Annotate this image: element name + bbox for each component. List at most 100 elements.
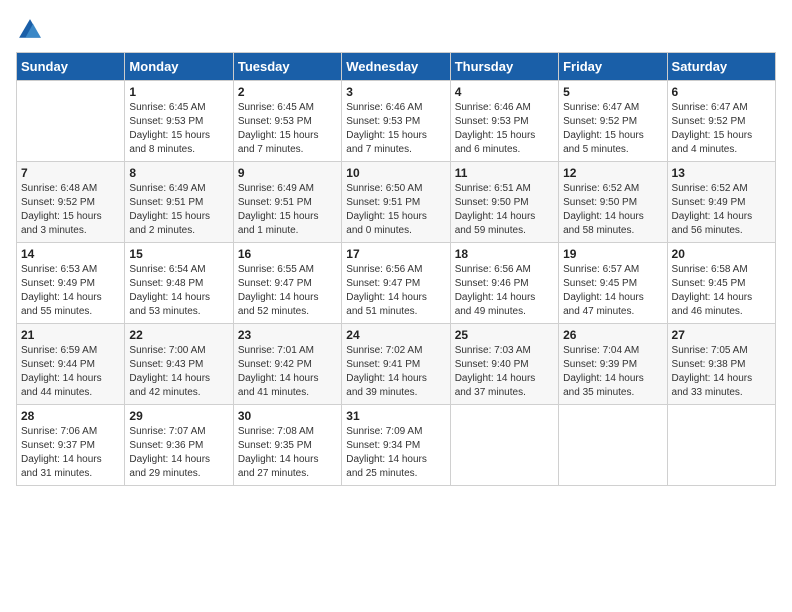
day-info: Sunrise: 7:05 AMSunset: 9:38 PMDaylight:… <box>672 344 771 400</box>
calendar-cell: 5 Sunrise: 6:47 AMSunset: 9:52 PMDaylight… <box>559 81 667 162</box>
day-number: 29 <box>129 409 228 423</box>
day-info: Sunrise: 6:49 AMSunset: 9:51 PMDaylight:… <box>129 182 228 238</box>
calendar-cell: 14 Sunrise: 6:53 AMSunset: 9:49 PMDayligh… <box>17 243 125 324</box>
day-info: Sunrise: 6:45 AMSunset: 9:53 PMDaylight:… <box>129 101 228 157</box>
day-number: 24 <box>346 328 445 342</box>
day-info: Sunrise: 6:47 AMSunset: 9:52 PMDaylight:… <box>672 101 771 157</box>
day-info: Sunrise: 6:57 AMSunset: 9:45 PMDaylight:… <box>563 263 662 319</box>
day-number: 3 <box>346 85 445 99</box>
logo-icon <box>16 16 44 44</box>
calendar-week-row: 14 Sunrise: 6:53 AMSunset: 9:49 PMDayligh… <box>17 243 776 324</box>
day-info: Sunrise: 6:56 AMSunset: 9:47 PMDaylight:… <box>346 263 445 319</box>
day-info: Sunrise: 7:07 AMSunset: 9:36 PMDaylight:… <box>129 425 228 481</box>
weekday-header: Friday <box>559 53 667 81</box>
day-info: Sunrise: 6:47 AMSunset: 9:52 PMDaylight:… <box>563 101 662 157</box>
calendar-cell: 10Sunrise: 6:50 AMSunset: 9:51 PMDayligh… <box>342 162 450 243</box>
weekday-header: Thursday <box>450 53 558 81</box>
day-number: 23 <box>238 328 337 342</box>
calendar-cell: 23Sunrise: 7:01 AMSunset: 9:42 PMDayligh… <box>233 324 341 405</box>
day-number: 16 <box>238 247 337 261</box>
calendar-table: SundayMondayTuesdayWednesdayThursdayFrid… <box>16 52 776 486</box>
calendar-cell: 31 Sunrise: 7:09 AMSunset: 9:34 PMDayligh… <box>342 405 450 486</box>
day-number: 4 <box>455 85 554 99</box>
calendar-cell: 7 Sunrise: 6:48 AMSunset: 9:52 PMDaylight… <box>17 162 125 243</box>
day-number: 14 <box>21 247 120 261</box>
day-number: 6 <box>672 85 771 99</box>
day-info: Sunrise: 6:58 AMSunset: 9:45 PMDaylight:… <box>672 263 771 319</box>
day-info: Sunrise: 7:06 AMSunset: 9:37 PMDaylight:… <box>21 425 120 481</box>
day-info: Sunrise: 6:46 AMSunset: 9:53 PMDaylight:… <box>455 101 554 157</box>
calendar-cell: 26 Sunrise: 7:04 AMSunset: 9:39 PMDayligh… <box>559 324 667 405</box>
day-number: 25 <box>455 328 554 342</box>
day-info: Sunrise: 6:55 AMSunset: 9:47 PMDaylight:… <box>238 263 337 319</box>
day-info: Sunrise: 6:53 AMSunset: 9:49 PMDaylight:… <box>21 263 120 319</box>
day-number: 28 <box>21 409 120 423</box>
calendar-cell: 8 Sunrise: 6:49 AMSunset: 9:51 PMDaylight… <box>125 162 233 243</box>
day-number: 20 <box>672 247 771 261</box>
weekday-header: Sunday <box>17 53 125 81</box>
calendar-cell: 3 Sunrise: 6:46 AMSunset: 9:53 PMDaylight… <box>342 81 450 162</box>
day-number: 19 <box>563 247 662 261</box>
calendar-week-row: 7 Sunrise: 6:48 AMSunset: 9:52 PMDaylight… <box>17 162 776 243</box>
day-number: 13 <box>672 166 771 180</box>
calendar-cell: 4 Sunrise: 6:46 AMSunset: 9:53 PMDaylight… <box>450 81 558 162</box>
calendar-cell: 25 Sunrise: 7:03 AMSunset: 9:40 PMDayligh… <box>450 324 558 405</box>
calendar-cell: 19 Sunrise: 6:57 AMSunset: 9:45 PMDayligh… <box>559 243 667 324</box>
day-info: Sunrise: 6:45 AMSunset: 9:53 PMDaylight:… <box>238 101 337 157</box>
calendar-cell: 24 Sunrise: 7:02 AMSunset: 9:41 PMDayligh… <box>342 324 450 405</box>
calendar-cell: 20 Sunrise: 6:58 AMSunset: 9:45 PMDayligh… <box>667 243 775 324</box>
day-number: 12 <box>563 166 662 180</box>
calendar-cell: 30Sunrise: 7:08 AMSunset: 9:35 PMDayligh… <box>233 405 341 486</box>
calendar-week-row: 1 Sunrise: 6:45 AMSunset: 9:53 PMDaylight… <box>17 81 776 162</box>
weekday-header: Tuesday <box>233 53 341 81</box>
calendar-cell: 11Sunrise: 6:51 AMSunset: 9:50 PMDayligh… <box>450 162 558 243</box>
day-info: Sunrise: 6:54 AMSunset: 9:48 PMDaylight:… <box>129 263 228 319</box>
calendar-cell: 12 Sunrise: 6:52 AMSunset: 9:50 PMDayligh… <box>559 162 667 243</box>
day-info: Sunrise: 6:52 AMSunset: 9:49 PMDaylight:… <box>672 182 771 238</box>
day-number: 26 <box>563 328 662 342</box>
day-number: 7 <box>21 166 120 180</box>
day-number: 11 <box>455 166 554 180</box>
weekday-header: Saturday <box>667 53 775 81</box>
logo <box>16 16 46 44</box>
day-info: Sunrise: 7:02 AMSunset: 9:41 PMDaylight:… <box>346 344 445 400</box>
calendar-cell: 22Sunrise: 7:00 AMSunset: 9:43 PMDayligh… <box>125 324 233 405</box>
calendar-cell <box>450 405 558 486</box>
day-info: Sunrise: 7:09 AMSunset: 9:34 PMDaylight:… <box>346 425 445 481</box>
calendar-week-row: 21Sunrise: 6:59 AMSunset: 9:44 PMDayligh… <box>17 324 776 405</box>
day-number: 9 <box>238 166 337 180</box>
day-number: 8 <box>129 166 228 180</box>
day-info: Sunrise: 6:49 AMSunset: 9:51 PMDaylight:… <box>238 182 337 238</box>
page-header <box>16 16 776 44</box>
day-info: Sunrise: 7:03 AMSunset: 9:40 PMDaylight:… <box>455 344 554 400</box>
day-info: Sunrise: 7:08 AMSunset: 9:35 PMDaylight:… <box>238 425 337 481</box>
calendar-cell <box>559 405 667 486</box>
day-info: Sunrise: 6:52 AMSunset: 9:50 PMDaylight:… <box>563 182 662 238</box>
day-number: 31 <box>346 409 445 423</box>
day-number: 2 <box>238 85 337 99</box>
calendar-cell: 18 Sunrise: 6:56 AMSunset: 9:46 PMDayligh… <box>450 243 558 324</box>
day-number: 10 <box>346 166 445 180</box>
day-number: 15 <box>129 247 228 261</box>
weekday-header: Monday <box>125 53 233 81</box>
calendar-cell <box>17 81 125 162</box>
day-info: Sunrise: 7:04 AMSunset: 9:39 PMDaylight:… <box>563 344 662 400</box>
calendar-cell: 29 Sunrise: 7:07 AMSunset: 9:36 PMDayligh… <box>125 405 233 486</box>
day-number: 5 <box>563 85 662 99</box>
day-info: Sunrise: 6:46 AMSunset: 9:53 PMDaylight:… <box>346 101 445 157</box>
weekday-header: Wednesday <box>342 53 450 81</box>
day-info: Sunrise: 6:48 AMSunset: 9:52 PMDaylight:… <box>21 182 120 238</box>
day-number: 1 <box>129 85 228 99</box>
calendar-cell: 6 Sunrise: 6:47 AMSunset: 9:52 PMDaylight… <box>667 81 775 162</box>
calendar-cell: 13 Sunrise: 6:52 AMSunset: 9:49 PMDayligh… <box>667 162 775 243</box>
day-number: 17 <box>346 247 445 261</box>
day-number: 18 <box>455 247 554 261</box>
weekday-header-row: SundayMondayTuesdayWednesdayThursdayFrid… <box>17 53 776 81</box>
day-number: 21 <box>21 328 120 342</box>
calendar-cell: 27Sunrise: 7:05 AMSunset: 9:38 PMDayligh… <box>667 324 775 405</box>
day-info: Sunrise: 7:00 AMSunset: 9:43 PMDaylight:… <box>129 344 228 400</box>
calendar-cell: 21Sunrise: 6:59 AMSunset: 9:44 PMDayligh… <box>17 324 125 405</box>
day-info: Sunrise: 6:56 AMSunset: 9:46 PMDaylight:… <box>455 263 554 319</box>
calendar-cell <box>667 405 775 486</box>
calendar-week-row: 28 Sunrise: 7:06 AMSunset: 9:37 PMDayligh… <box>17 405 776 486</box>
